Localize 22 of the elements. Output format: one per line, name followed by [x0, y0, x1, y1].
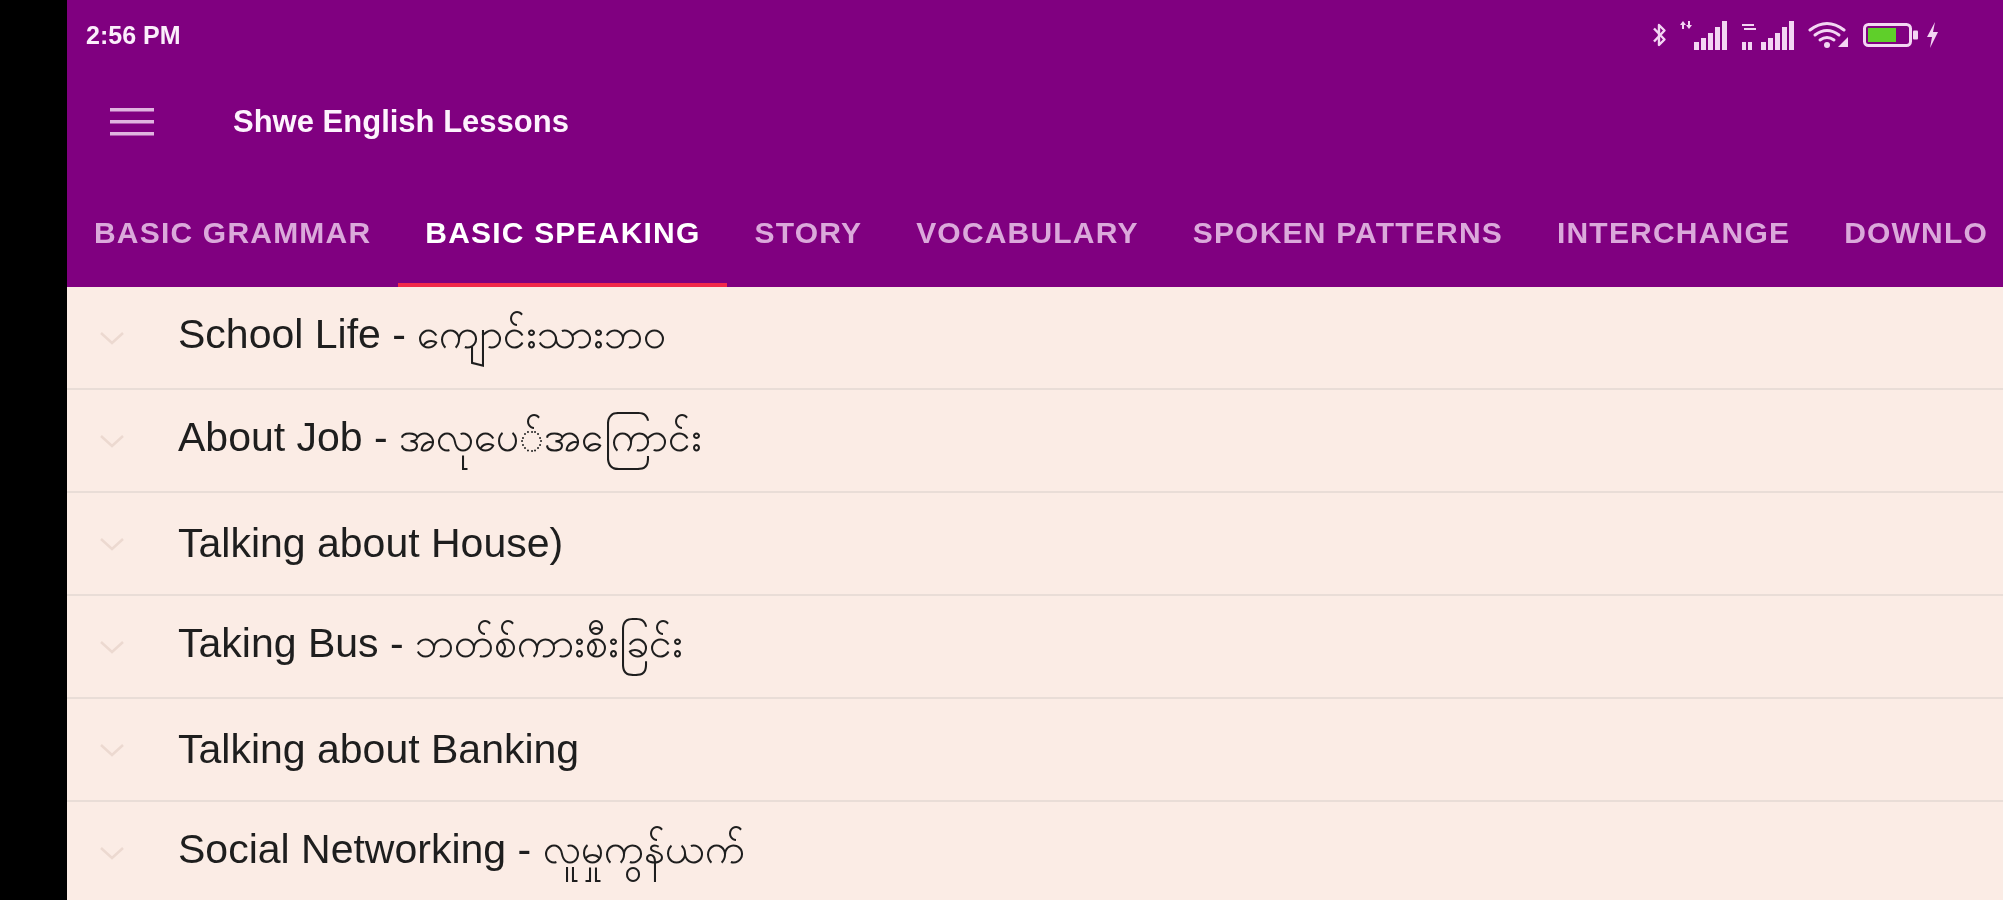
signal-icon — [1680, 20, 1728, 50]
bluetooth-icon — [1652, 21, 1667, 49]
tab[interactable]: BASIC GRAMMAR — [67, 173, 399, 287]
tab[interactable]: INTERCHANGE — [1529, 173, 1818, 287]
list-item[interactable]: Talking about House) — [67, 493, 2003, 596]
signal-icon — [1741, 20, 1795, 50]
bolt-icon — [1925, 20, 1940, 50]
list-item[interactable]: Social Networking - လူမှုကွန်ယက် — [67, 802, 2003, 900]
tab[interactable]: VOCABULARY — [889, 173, 1166, 287]
battery-icon — [1863, 20, 1920, 50]
tab[interactable]: DOWNLO — [1817, 173, 2003, 287]
tab[interactable]: SPOKEN PATTERNS — [1165, 173, 1530, 287]
app-title: Shwe English Lessons — [233, 103, 569, 140]
menu-icon — [110, 107, 154, 136]
menu-button[interactable] — [110, 107, 154, 136]
list-item[interactable]: Taking Bus - ဘတ်စ်ကားစီးခြင်း — [67, 596, 2003, 699]
list-item[interactable]: About Job - အလုပေ်အကြောင်း — [67, 390, 2003, 493]
tab[interactable]: STORY — [727, 173, 890, 287]
list-item[interactable]: Talking about Banking — [67, 699, 2003, 802]
status-time: 2:56 PM — [86, 20, 181, 50]
list-item[interactable]: School Life - ကျောင်းသားဘဝ — [67, 287, 2003, 390]
wifi-icon — [1808, 20, 1850, 50]
